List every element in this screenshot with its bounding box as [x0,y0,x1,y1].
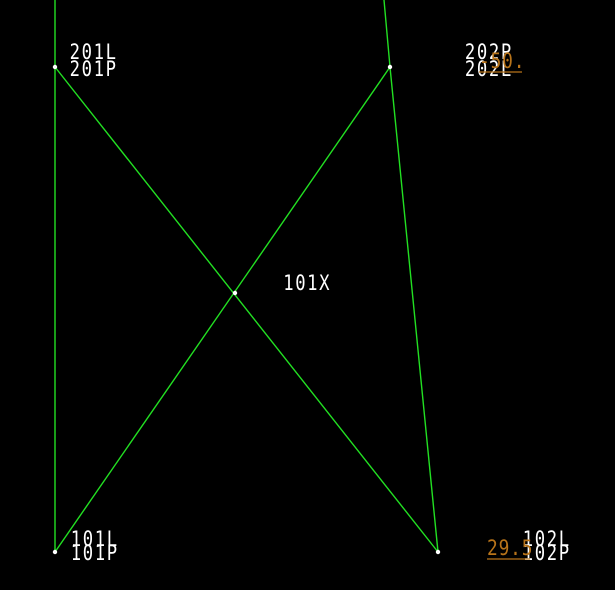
annotation-top-right: -50. [479,49,525,74]
edge-diagonal-201-to-102 [54,66,439,553]
edges [54,0,439,553]
label-101x: 101X [283,270,331,295]
label-101-lower: 101P [71,540,119,565]
node-201 [52,64,58,70]
annotation-bottom-right: 29.5 [487,536,533,561]
diagram-canvas: 201L 201P 202P 202L 101X 101L 101P 102L … [52,0,569,565]
edge-diagonal-202-to-101 [54,66,391,553]
edge-right-column [389,66,439,553]
node-202 [387,64,393,70]
label-201-lower: 201P [70,56,118,81]
node-labels: 201L 201P 202P 202L 101X 101L 101P 102L … [70,39,569,565]
node-102 [435,549,441,555]
edge-right-column-extension [383,0,391,68]
node-101x [232,290,238,296]
annotations: -50. 29.5 [479,49,533,561]
node-101 [52,549,58,555]
